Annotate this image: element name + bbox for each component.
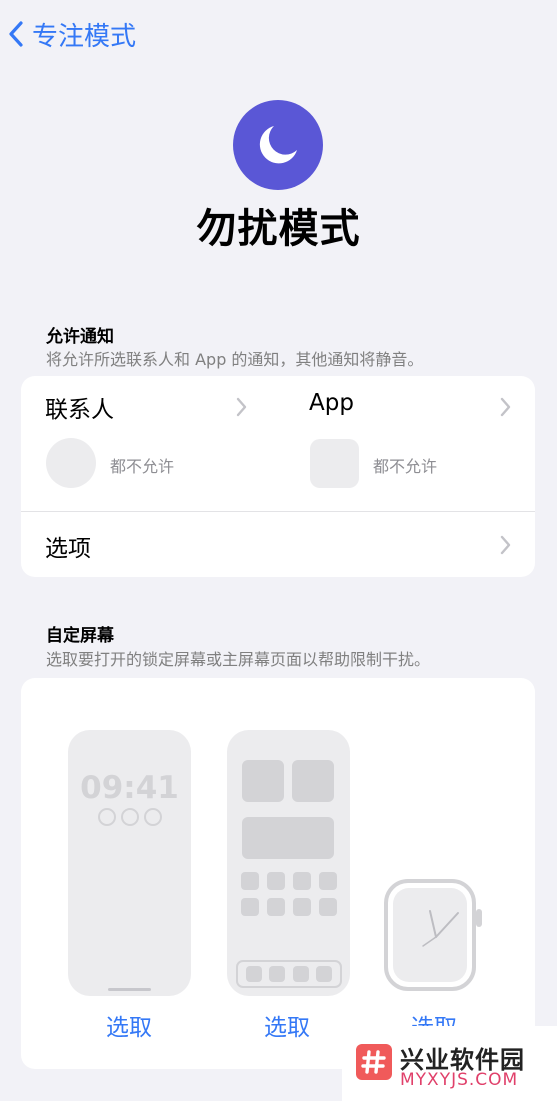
home-screen-preview[interactable] xyxy=(227,730,350,996)
chevron-right-icon xyxy=(500,397,511,417)
apps-status: 都不允许 xyxy=(373,457,438,476)
contacts-label: 联系人 xyxy=(45,397,114,423)
app-grid xyxy=(241,872,337,916)
apps-label: App xyxy=(309,390,354,416)
watch-crown xyxy=(476,909,482,927)
choose-home-screen-button[interactable]: 选取 xyxy=(264,1008,310,1042)
chevron-right-icon xyxy=(500,535,511,555)
custom-screens-title: 自定屏幕 xyxy=(46,626,114,646)
chevron-left-icon xyxy=(9,21,23,47)
page-title: 勿扰模式 xyxy=(196,206,361,252)
chevron-right-icon xyxy=(236,397,247,417)
contacts-status: 都不允许 xyxy=(110,457,175,476)
contact-avatar-placeholder xyxy=(46,438,96,488)
options-row[interactable]: 选项 xyxy=(21,512,535,577)
custom-screens-subtitle: 选取要打开的锁定屏幕或主屏幕页面以帮助限制干扰。 xyxy=(46,650,431,669)
choose-lock-screen-button[interactable]: 选取 xyxy=(106,1008,152,1042)
widget-block xyxy=(292,760,334,802)
watermark: 兴业软件园 MYXYJS.COM xyxy=(342,1026,557,1101)
back-button[interactable]: 专注模式 xyxy=(8,14,136,54)
allow-notifications-card: 联系人 都不允许 App 都不允许 选项 xyxy=(21,376,535,577)
dock xyxy=(236,960,342,988)
allow-notifications-subtitle: 将允许所选联系人和 App 的通知，其他通知将静音。 xyxy=(46,350,424,369)
lock-screen-time: 09:41 xyxy=(80,770,179,806)
allow-notifications-title: 允许通知 xyxy=(46,327,114,347)
app-icon-placeholder xyxy=(310,439,359,488)
widget-block xyxy=(242,760,284,802)
home-indicator xyxy=(108,988,151,991)
back-label: 专注模式 xyxy=(32,21,137,52)
watermark-url: MYXYJS.COM xyxy=(400,1070,519,1090)
contacts-cell[interactable]: 联系人 都不允许 xyxy=(21,376,271,510)
widget-circles xyxy=(98,808,162,826)
clock-hands-icon xyxy=(422,910,459,947)
widget-block-wide xyxy=(242,817,334,859)
custom-screens-card: 09:41 选取 选取 xyxy=(21,678,535,1069)
lock-screen-preview[interactable]: 09:41 xyxy=(68,730,191,996)
watch-face-preview[interactable] xyxy=(384,879,490,999)
moon-icon xyxy=(233,100,323,190)
watermark-logo-icon xyxy=(356,1044,392,1080)
options-label: 选项 xyxy=(45,536,91,562)
apps-cell[interactable]: App 都不允许 xyxy=(285,376,535,510)
